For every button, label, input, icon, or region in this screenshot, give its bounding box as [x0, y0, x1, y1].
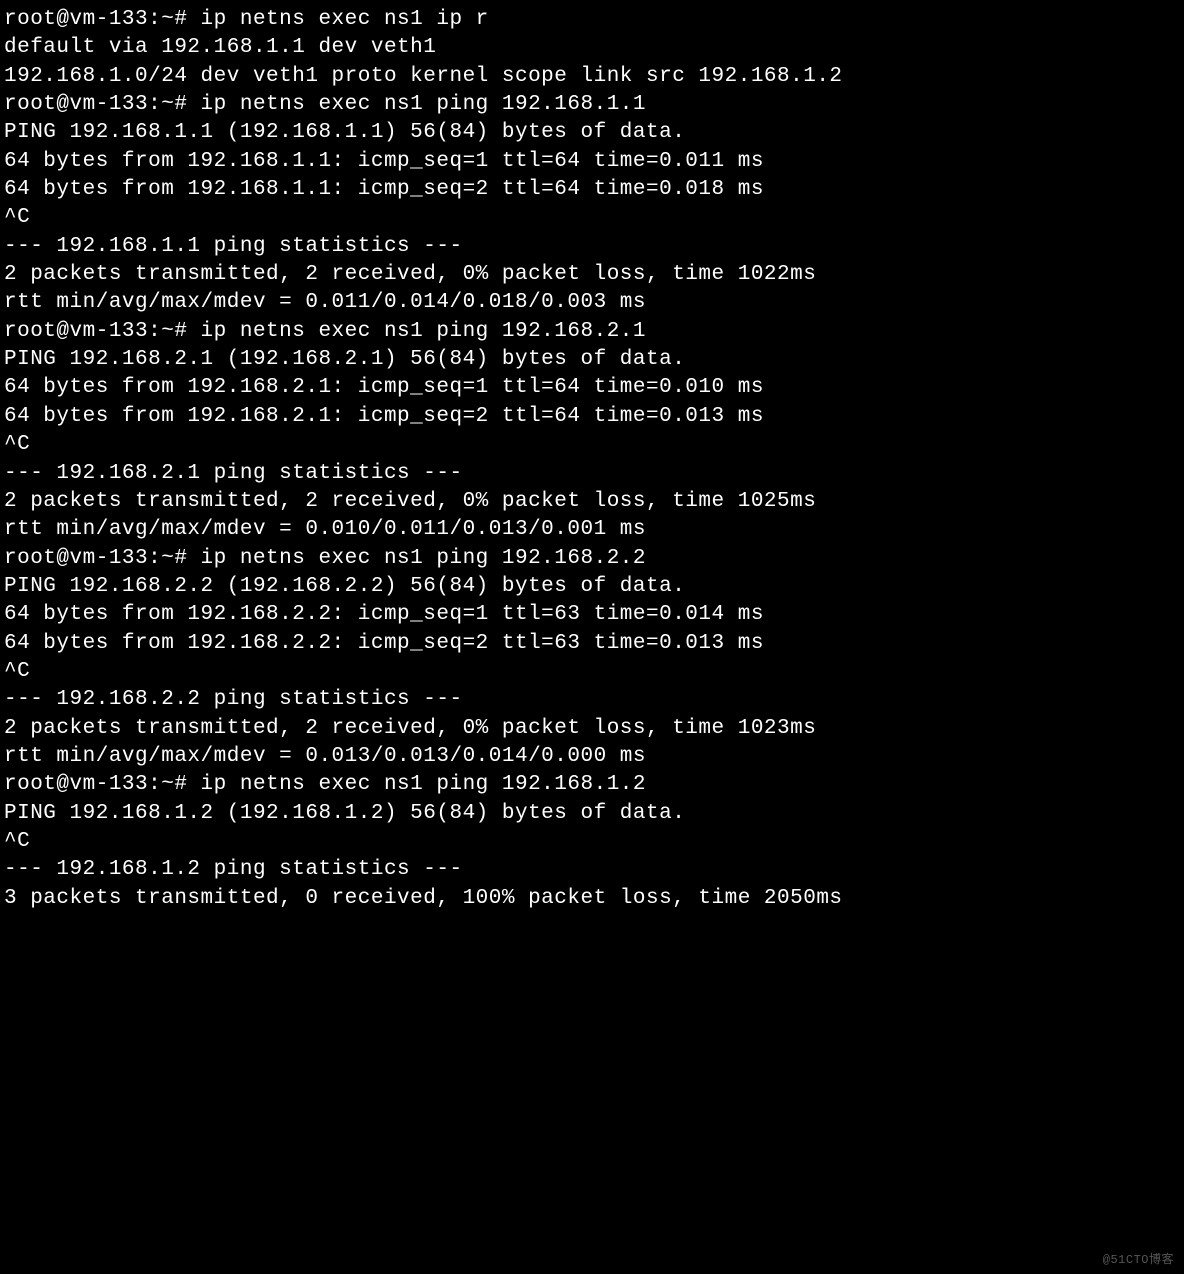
terminal-line: 64 bytes from 192.168.2.2: icmp_seq=1 tt…: [4, 601, 1180, 629]
terminal-line: root@vm-133:~# ip netns exec ns1 ping 19…: [4, 771, 1180, 799]
terminal-line: PING 192.168.1.1 (192.168.1.1) 56(84) by…: [4, 119, 1180, 147]
terminal-line: PING 192.168.1.2 (192.168.1.2) 56(84) by…: [4, 800, 1180, 828]
terminal-line: rtt min/avg/max/mdev = 0.010/0.011/0.013…: [4, 516, 1180, 544]
terminal-line: 64 bytes from 192.168.1.1: icmp_seq=1 tt…: [4, 148, 1180, 176]
terminal-line: 64 bytes from 192.168.2.2: icmp_seq=2 tt…: [4, 630, 1180, 658]
terminal-line: --- 192.168.1.1 ping statistics ---: [4, 233, 1180, 261]
terminal-line: rtt min/avg/max/mdev = 0.011/0.014/0.018…: [4, 289, 1180, 317]
terminal-line: ^C: [4, 431, 1180, 459]
terminal-line: default via 192.168.1.1 dev veth1: [4, 34, 1180, 62]
terminal-line: --- 192.168.2.1 ping statistics ---: [4, 460, 1180, 488]
watermark-text: @51CTO博客: [1103, 1252, 1174, 1268]
terminal-line: ^C: [4, 204, 1180, 232]
terminal-line: 2 packets transmitted, 2 received, 0% pa…: [4, 261, 1180, 289]
terminal-line: 2 packets transmitted, 2 received, 0% pa…: [4, 715, 1180, 743]
terminal-line: --- 192.168.2.2 ping statistics ---: [4, 686, 1180, 714]
terminal-line: root@vm-133:~# ip netns exec ns1 ping 19…: [4, 91, 1180, 119]
terminal-line: 3 packets transmitted, 0 received, 100% …: [4, 885, 1180, 913]
terminal-line: 64 bytes from 192.168.2.1: icmp_seq=2 tt…: [4, 403, 1180, 431]
terminal-line: 192.168.1.0/24 dev veth1 proto kernel sc…: [4, 63, 1180, 91]
terminal-line: ^C: [4, 828, 1180, 856]
terminal-line: root@vm-133:~# ip netns exec ns1 ip r: [4, 6, 1180, 34]
terminal-line: ^C: [4, 658, 1180, 686]
terminal-line: 64 bytes from 192.168.1.1: icmp_seq=2 tt…: [4, 176, 1180, 204]
terminal-line: root@vm-133:~# ip netns exec ns1 ping 19…: [4, 545, 1180, 573]
terminal-line: PING 192.168.2.1 (192.168.2.1) 56(84) by…: [4, 346, 1180, 374]
terminal-line: root@vm-133:~# ip netns exec ns1 ping 19…: [4, 318, 1180, 346]
terminal-line: --- 192.168.1.2 ping statistics ---: [4, 856, 1180, 884]
terminal-line: PING 192.168.2.2 (192.168.2.2) 56(84) by…: [4, 573, 1180, 601]
terminal-line: 2 packets transmitted, 2 received, 0% pa…: [4, 488, 1180, 516]
terminal-line: 64 bytes from 192.168.2.1: icmp_seq=1 tt…: [4, 374, 1180, 402]
terminal-output[interactable]: root@vm-133:~# ip netns exec ns1 ip rdef…: [4, 6, 1180, 913]
terminal-line: rtt min/avg/max/mdev = 0.013/0.013/0.014…: [4, 743, 1180, 771]
